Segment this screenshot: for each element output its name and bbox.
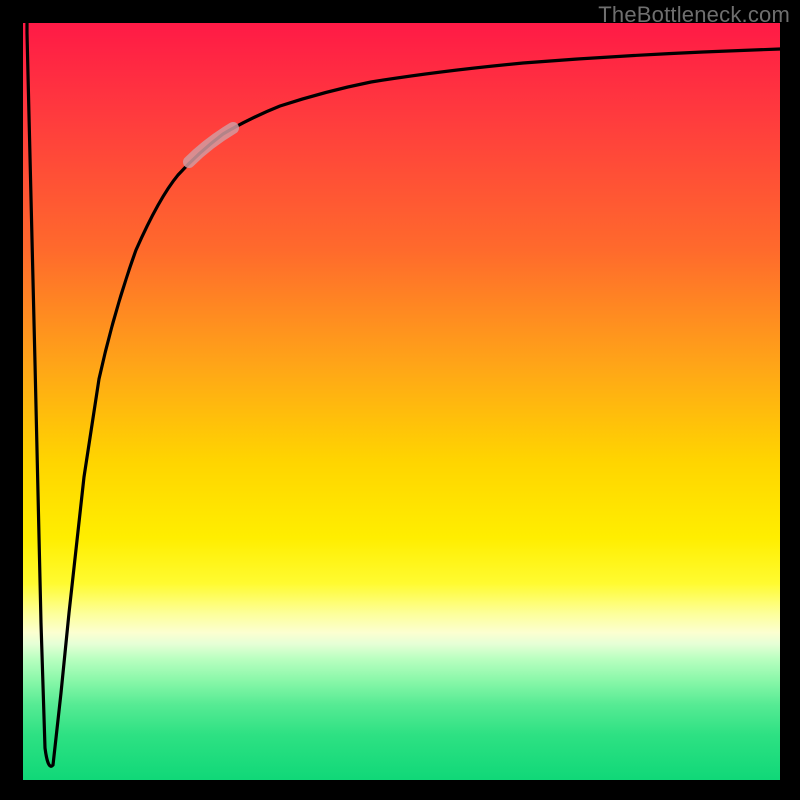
curve-highlight — [189, 128, 233, 162]
chart-frame: TheBottleneck.com — [0, 0, 800, 800]
watermark-text: TheBottleneck.com — [598, 2, 790, 28]
bottleneck-curve — [27, 23, 780, 766]
plot-area — [23, 23, 780, 780]
bottleneck-curve-svg — [23, 23, 780, 780]
